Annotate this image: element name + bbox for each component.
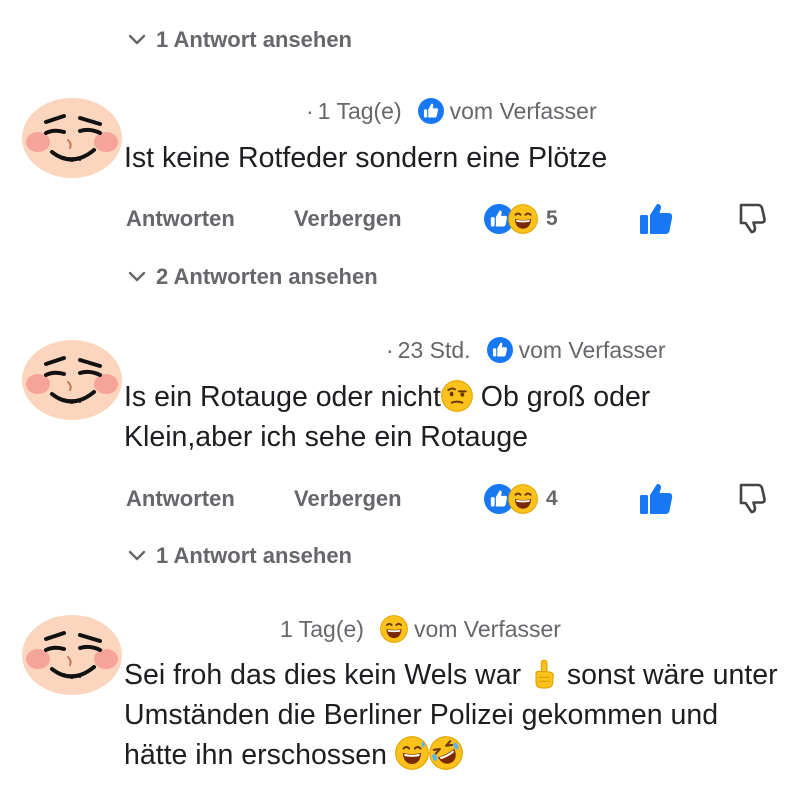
comment-body: Sei froh das dies kein Wels war: [124, 659, 529, 691]
author-badge-label: vom Verfasser: [518, 336, 666, 363]
timestamp: 1 Tag(e): [280, 615, 364, 642]
comment-text: Sei froh das dies kein Wels war sonst wä…: [124, 655, 784, 775]
avatar[interactable]: [20, 338, 124, 422]
comment-meta: · 1 Tag(e) vom Verfasser: [306, 97, 597, 125]
laugh-emoji-icon: [508, 484, 538, 514]
chevron-down-icon: [128, 34, 146, 45]
grinning-sweat-emoji-icon: [395, 736, 429, 770]
author-badge-label: vom Verfasser: [413, 615, 561, 642]
avatar[interactable]: [20, 96, 124, 180]
index-pointing-up-emoji-icon: [535, 659, 554, 689]
reaction-summary[interactable]: 5: [484, 202, 558, 236]
reply-button[interactable]: Antworten: [126, 206, 235, 232]
reaction-summary[interactable]: 4: [484, 482, 558, 516]
thumbs-down-icon[interactable]: [734, 202, 768, 236]
laugh-emoji-icon: [379, 615, 408, 643]
thumbs-down-icon[interactable]: [734, 482, 768, 516]
timestamp: 1 Tag(e): [317, 97, 402, 124]
view-replies-label: 2 Antworten ansehen: [156, 264, 378, 289]
comment-meta: · 23 Std. vom Verfasser: [386, 336, 666, 364]
comment-meta: 1 Tag(e) vom Verfasser: [280, 614, 561, 644]
avatar[interactable]: [20, 613, 124, 697]
thumbs-up-icon[interactable]: [638, 482, 674, 516]
comment-body: Is ein Rotauge oder nicht: [124, 381, 441, 413]
reply-button[interactable]: Antworten: [126, 486, 235, 512]
view-replies-label: 1 Antwort ansehen: [156, 543, 352, 568]
like-badge-icon: [417, 98, 444, 124]
view-replies-link[interactable]: 1 Antwort ansehen: [128, 25, 352, 55]
reaction-count: 4: [546, 487, 558, 510]
raised-eyebrow-emoji-icon: [441, 380, 473, 412]
comment-body: Ist keine Rotfeder sondern eine Plötze: [124, 142, 608, 174]
author-badge: vom Verfasser: [379, 615, 561, 643]
view-replies-link[interactable]: 1 Antwort ansehen: [128, 541, 352, 571]
view-replies-label: 1 Antwort ansehen: [156, 27, 352, 52]
rolling-laughing-emoji-icon: [429, 736, 463, 770]
thumbs-up-icon[interactable]: [638, 202, 674, 236]
view-replies-link[interactable]: 2 Antworten ansehen: [128, 262, 378, 292]
laugh-emoji-icon: [508, 204, 538, 234]
hide-button[interactable]: Verbergen: [294, 486, 402, 512]
author-badge: vom Verfasser: [417, 97, 597, 125]
author-badge: vom Verfasser: [486, 336, 666, 364]
comment-actions: Antworten Verbergen 5: [0, 202, 800, 236]
chevron-down-icon: [128, 271, 146, 282]
reaction-count: 5: [546, 207, 558, 230]
comment-actions: Antworten Verbergen 4: [0, 482, 800, 516]
comment-text: Is ein Rotauge oder nicht Ob groß oder K…: [124, 377, 784, 457]
like-badge-icon: [486, 337, 513, 363]
comment-text: Ist keine Rotfeder sondern eine Plötze: [124, 138, 784, 178]
hide-button[interactable]: Verbergen: [294, 206, 402, 232]
timestamp: 23 Std.: [397, 336, 471, 363]
chevron-down-icon: [128, 550, 146, 561]
author-badge-label: vom Verfasser: [449, 97, 597, 124]
